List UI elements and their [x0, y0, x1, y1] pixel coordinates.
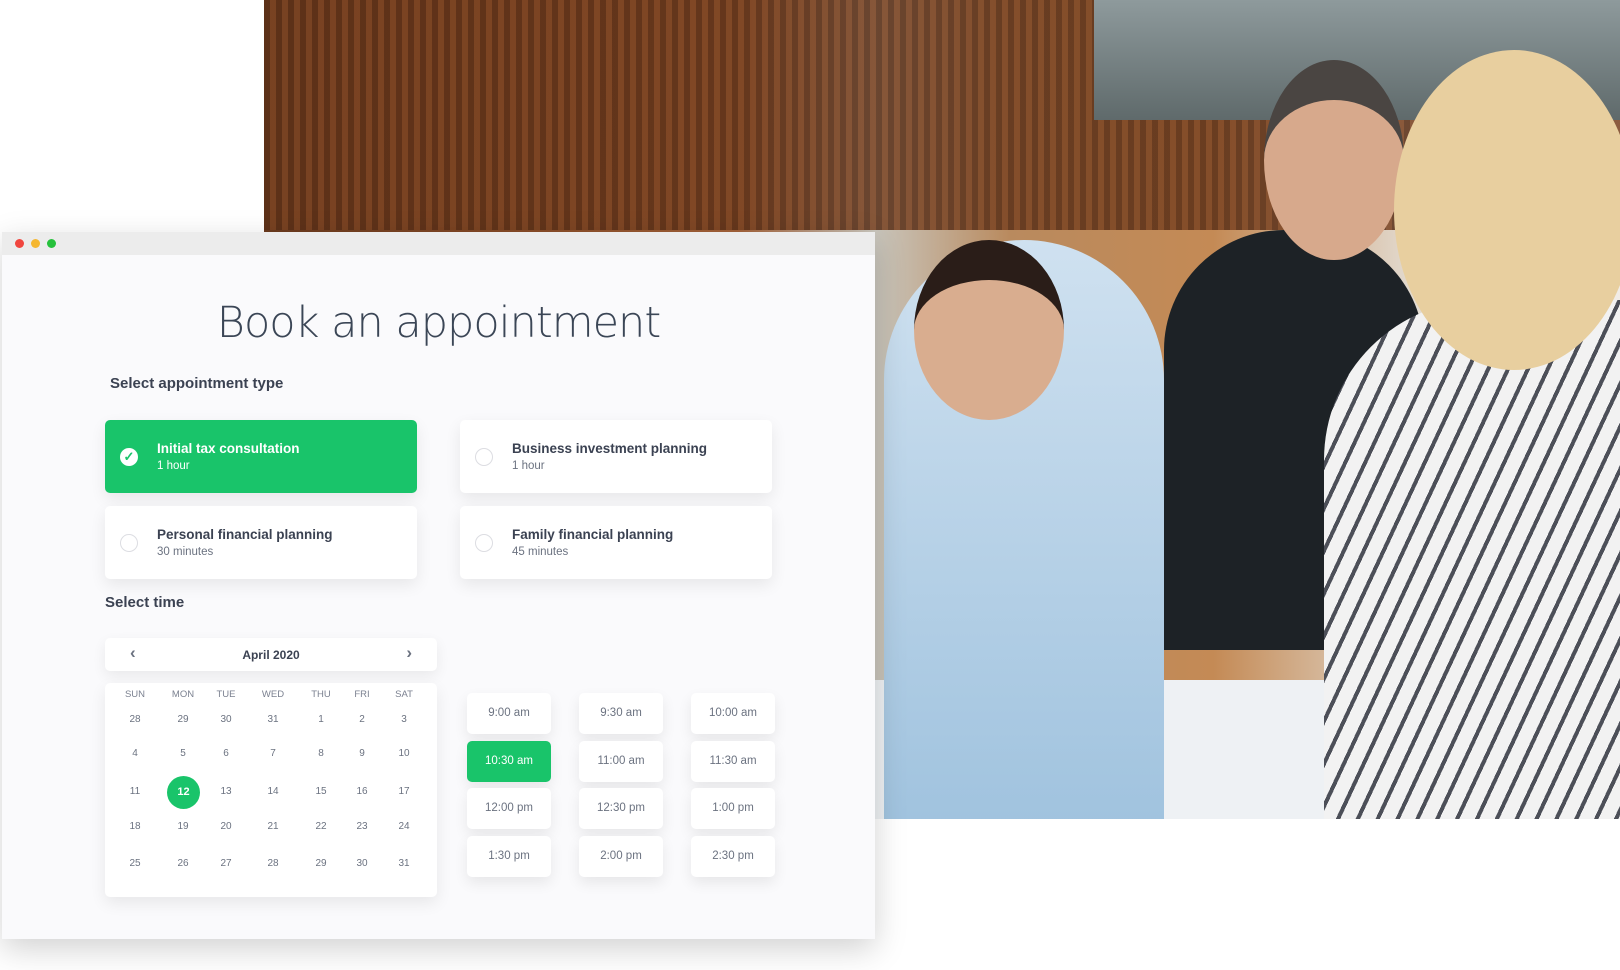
select-time-label: Select time: [105, 594, 185, 611]
calendar-day[interactable]: 11: [118, 786, 152, 797]
calendar-day[interactable]: 21: [256, 821, 290, 832]
appointment-type-duration: 45 minutes: [512, 546, 569, 558]
calendar-day[interactable]: 4: [118, 748, 152, 759]
calendar-grid: SUN MON TUE WED THU FRI SAT 28 29 30 31 1 2 3 4 5 6 7 8 9 10…: [105, 683, 437, 897]
calendar-day[interactable]: 8: [304, 748, 338, 759]
radio-button[interactable]: [475, 534, 493, 552]
appointment-type-name: Personal financial planning: [157, 527, 333, 542]
appointment-type-label: Select appointment type: [110, 375, 284, 392]
page-title: Book an appointment: [216, 298, 661, 348]
calendar-day[interactable]: 5: [166, 748, 200, 759]
calendar-day[interactable]: 7: [256, 748, 290, 759]
appointment-type-card[interactable]: ✓ Initial tax consultation 1 hour: [105, 420, 417, 493]
appointment-type-card[interactable]: Business investment planning 1 hour: [460, 420, 772, 493]
calendar-day[interactable]: 24: [387, 821, 421, 832]
time-slot-button[interactable]: 9:00 am: [467, 693, 551, 734]
appointment-type-card[interactable]: Family financial planning 45 minutes: [460, 506, 772, 579]
calendar-day[interactable]: 20: [209, 821, 243, 832]
calendar-day[interactable]: 29: [304, 858, 338, 869]
weekday-header: FRI: [354, 689, 370, 700]
calendar-day[interactable]: 27: [209, 858, 243, 869]
calendar-day[interactable]: 1: [304, 714, 338, 725]
calendar-day[interactable]: 16: [345, 786, 379, 797]
time-slot-button[interactable]: 11:30 am: [691, 741, 775, 782]
calendar-day[interactable]: 17: [387, 786, 421, 797]
weekday-header: SAT: [395, 689, 413, 700]
time-slot-button[interactable]: 2:00 pm: [579, 836, 663, 877]
calendar-day[interactable]: 2: [345, 714, 379, 725]
calendar-day[interactable]: 15: [304, 786, 338, 797]
calendar-day[interactable]: 30: [209, 714, 243, 725]
radio-button[interactable]: [475, 448, 493, 466]
chevron-right-icon[interactable]: ›: [406, 643, 412, 663]
time-slot-button[interactable]: 10:30 am: [467, 741, 551, 782]
calendar-day[interactable]: 28: [118, 714, 152, 725]
month-navigator: ‹ April 2020 ›: [105, 638, 437, 671]
check-circle-icon[interactable]: ✓: [120, 448, 138, 466]
time-slot-button[interactable]: 12:00 pm: [467, 788, 551, 829]
time-slot-button[interactable]: 12:30 pm: [579, 788, 663, 829]
time-slot-button[interactable]: 2:30 pm: [691, 836, 775, 877]
time-slot-button[interactable]: 11:00 am: [579, 741, 663, 782]
month-label: April 2020: [242, 648, 300, 662]
time-slot-button[interactable]: 10:00 am: [691, 693, 775, 734]
calendar-day[interactable]: 31: [256, 714, 290, 725]
minimize-window-button[interactable]: [31, 239, 40, 248]
weekday-header: THU: [311, 689, 331, 700]
calendar-day[interactable]: 29: [166, 714, 200, 725]
weekday-header: WED: [261, 689, 285, 700]
close-window-button[interactable]: [15, 239, 24, 248]
appointment-type-card[interactable]: Personal financial planning 30 minutes: [105, 506, 417, 579]
calendar-day[interactable]: 9: [345, 748, 379, 759]
time-slot-button[interactable]: 1:30 pm: [467, 836, 551, 877]
calendar-day[interactable]: 31: [387, 858, 421, 869]
appointment-type-name: Business investment planning: [512, 441, 708, 456]
calendar-day[interactable]: 28: [256, 858, 290, 869]
calendar-day[interactable]: 3: [387, 714, 421, 725]
weekday-header: TUE: [216, 689, 236, 700]
selected-day[interactable]: 12: [167, 776, 200, 809]
calendar-day[interactable]: 25: [118, 858, 152, 869]
time-slot-button[interactable]: 9:30 am: [579, 693, 663, 734]
window-titlebar: [2, 232, 875, 255]
calendar-day[interactable]: 6: [209, 748, 243, 759]
calendar-day[interactable]: 14: [256, 786, 290, 797]
booking-window: Book an appointment Select appointment t…: [2, 232, 875, 939]
calendar-day[interactable]: 13: [209, 786, 243, 797]
calendar-day[interactable]: 26: [166, 858, 200, 869]
calendar-day[interactable]: 18: [118, 821, 152, 832]
time-slot-button[interactable]: 1:00 pm: [691, 788, 775, 829]
calendar-day[interactable]: 22: [304, 821, 338, 832]
weekday-header: SUN: [124, 689, 146, 700]
calendar-day[interactable]: 30: [345, 858, 379, 869]
appointment-type-duration: 30 minutes: [157, 546, 214, 558]
appointment-type-name: Family financial planning: [512, 527, 674, 542]
calendar-day[interactable]: 23: [345, 821, 379, 832]
appointment-type-duration: 1 hour: [157, 460, 190, 472]
calendar-day[interactable]: 10: [387, 748, 421, 759]
maximize-window-button[interactable]: [47, 239, 56, 248]
weekday-header: MON: [171, 689, 195, 700]
appointment-type-name: Initial tax consultation: [157, 441, 300, 456]
appointment-type-duration: 1 hour: [512, 460, 545, 472]
calendar-day[interactable]: 19: [166, 821, 200, 832]
radio-button[interactable]: [120, 534, 138, 552]
